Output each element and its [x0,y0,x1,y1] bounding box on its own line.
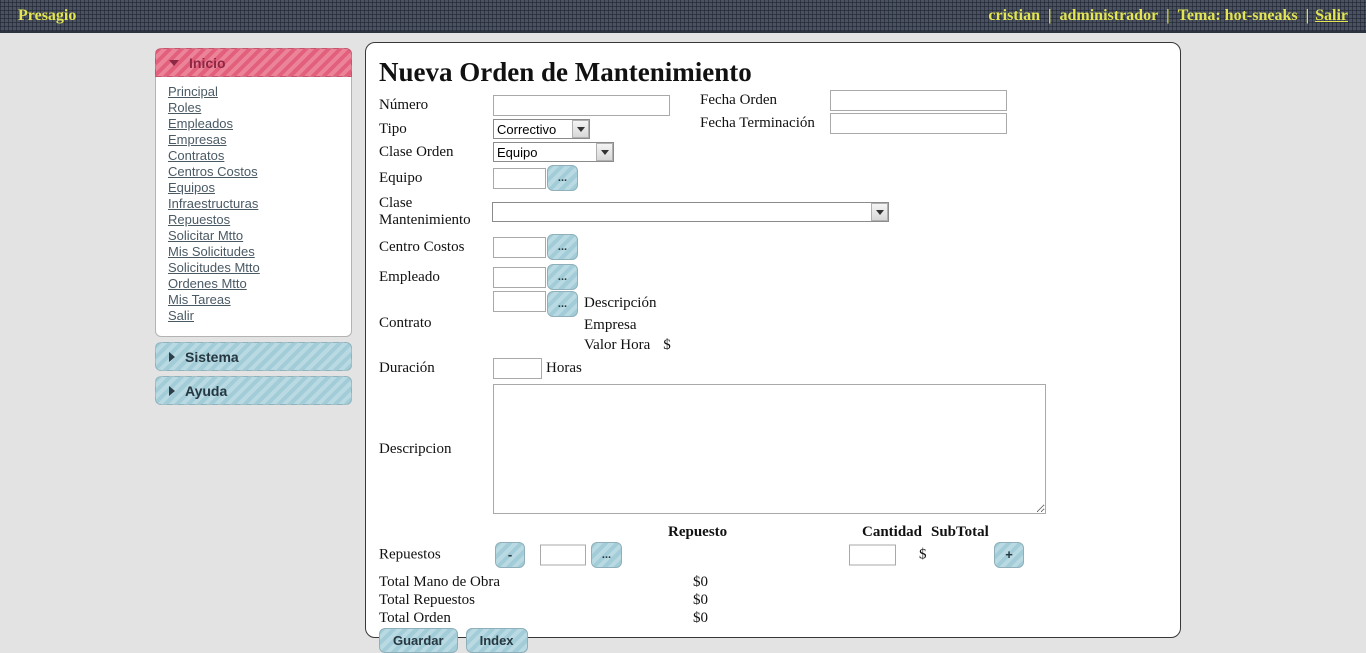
clase-orden-select[interactable]: Equipo [493,142,614,162]
total-mano-obra-value: $0 [693,574,708,591]
total-orden-row: Total Orden $0 [379,610,1166,628]
sidebar-item-ordenes-mtto[interactable]: Ordenes Mtto [168,276,343,292]
separator: | [1048,7,1052,24]
app-brand: Presagio [18,7,76,25]
duracion-unit-label: Horas [546,360,582,377]
triangle-right-icon [169,386,175,396]
total-repuestos-row: Total Repuestos $0 [379,592,1166,610]
user-role: administrador [1060,7,1159,24]
triangle-down-icon [169,60,179,66]
fecha-orden-input[interactable] [830,90,1007,111]
sidebar-item-centros-costos[interactable]: Centros Costos [168,164,343,180]
sidebar-item-roles[interactable]: Roles [168,100,343,116]
subtotal-currency-symbol: $ [919,546,927,563]
logout-link[interactable]: Salir [1315,7,1348,24]
total-mano-obra-label: Total Mano de Obra [379,574,500,590]
cantidad-input[interactable] [849,544,896,565]
separator: | [1306,7,1310,24]
accordion-header-inicio[interactable]: Inicio [155,48,352,77]
contrato-valor-hora-label: Valor Hora [584,337,650,354]
repuesto-input[interactable] [540,544,586,565]
col-repuesto-header: Repuesto [668,524,727,541]
descripcion-label: Descripcion [379,441,493,458]
sidebar-item-infraestructuras[interactable]: Infraestructuras [168,196,343,212]
centro-costos-label: Centro Costos [379,239,493,256]
contrato-label: Contrato [379,315,493,332]
equipo-browse-button[interactable]: ... [547,165,578,191]
sidebar-item-contratos[interactable]: Contratos [168,148,343,164]
centro-costos-browse-button[interactable]: ... [547,234,578,260]
form-actions: Guardar Index [379,628,1166,653]
sidebar-item-mis-tareas[interactable]: Mis Tareas [168,292,343,308]
numero-label: Número [379,97,493,114]
duracion-label: Duración [379,360,493,377]
contrato-input[interactable] [493,291,546,312]
triangle-right-icon [169,352,175,362]
equipo-label: Equipo [379,170,493,187]
sidebar-item-salir[interactable]: Salir [168,308,343,324]
fecha-terminacion-label: Fecha Terminación [700,115,830,132]
clase-mantenimiento-label: Clase Mantenimiento [379,195,492,229]
clase-mantenimiento-select[interactable] [492,202,889,222]
theme-label: Tema: hot-sneaks [1178,7,1298,24]
accordion-label-inicio: Inicio [189,55,226,71]
order-form-panel: Nueva Orden de Mantenimiento Fecha Orden… [365,42,1181,638]
total-orden-label: Total Orden [379,610,451,626]
sidebar-item-principal[interactable]: Principal [168,84,343,100]
fecha-terminacion-input[interactable] [830,113,1007,134]
repuesto-remove-button[interactable]: - [495,542,525,568]
centro-costos-input[interactable] [493,237,546,258]
total-mano-obra-row: Total Mano de Obra $0 [379,574,1166,592]
empleado-label: Empleado [379,269,493,286]
sidebar: Inicio Principal Roles Empleados Empresa… [155,48,352,405]
total-orden-value: $0 [693,610,708,627]
repuesto-browse-button[interactable]: ... [591,542,622,568]
repuestos-label: Repuestos [379,546,441,563]
contrato-empresa-label: Empresa [584,317,636,334]
sidebar-item-repuestos[interactable]: Repuestos [168,212,343,228]
sidebar-item-solicitudes-mtto[interactable]: Solicitudes Mtto [168,260,343,276]
topbar-user-info: cristian | administrador | Tema: hot-sne… [986,7,1348,25]
fecha-orden-label: Fecha Orden [700,92,830,109]
repuesto-add-button[interactable]: + [994,542,1024,568]
col-cantidad-header: Cantidad [862,524,922,541]
total-repuestos-label: Total Repuestos [379,592,475,608]
tipo-label: Tipo [379,121,493,138]
username: cristian [988,7,1040,24]
sidebar-item-empresas[interactable]: Empresas [168,132,343,148]
sidebar-item-equipos[interactable]: Equipos [168,180,343,196]
accordion-content-inicio: Principal Roles Empleados Empresas Contr… [155,77,352,337]
col-subtotal-header: SubTotal [931,524,989,541]
page-title: Nueva Orden de Mantenimiento [379,57,1166,88]
contrato-browse-button[interactable]: ... [547,291,578,317]
clase-orden-label: Clase Orden [379,144,493,161]
topbar: Presagio cristian | administrador | Tema… [0,0,1366,33]
contrato-currency-symbol: $ [663,337,671,354]
separator: | [1166,7,1170,24]
fecha-block: Fecha Orden Fecha Terminación [700,90,1007,136]
tipo-select[interactable]: Correctivo [493,119,590,139]
index-button[interactable]: Index [466,628,528,653]
empleado-browse-button[interactable]: ... [547,264,578,290]
sidebar-item-mis-solicitudes[interactable]: Mis Solicitudes [168,244,343,260]
accordion-header-ayuda[interactable]: Ayuda [155,376,352,405]
accordion-label-ayuda: Ayuda [185,383,227,399]
repuestos-column-headers: Repuesto Cantidad SubTotal [379,524,1166,539]
page-layout: Inicio Principal Roles Empleados Empresa… [0,33,1366,638]
total-repuestos-value: $0 [693,592,708,609]
guardar-button[interactable]: Guardar [379,628,458,653]
repuestos-row: Repuestos - ... $ + [379,541,1166,568]
duracion-input[interactable] [493,358,542,379]
sidebar-item-empleados[interactable]: Empleados [168,116,343,132]
accordion-label-sistema: Sistema [185,349,239,365]
accordion-header-sistema[interactable]: Sistema [155,342,352,371]
contrato-info: Descripción Empresa Valor Hora $ [584,291,671,355]
descripcion-textarea[interactable] [493,384,1046,514]
empleado-input[interactable] [493,267,546,288]
equipo-input[interactable] [493,168,546,189]
numero-input[interactable] [493,95,670,116]
contrato-descripcion-label: Descripción [584,295,656,312]
sidebar-item-solicitar-mtto[interactable]: Solicitar Mtto [168,228,343,244]
